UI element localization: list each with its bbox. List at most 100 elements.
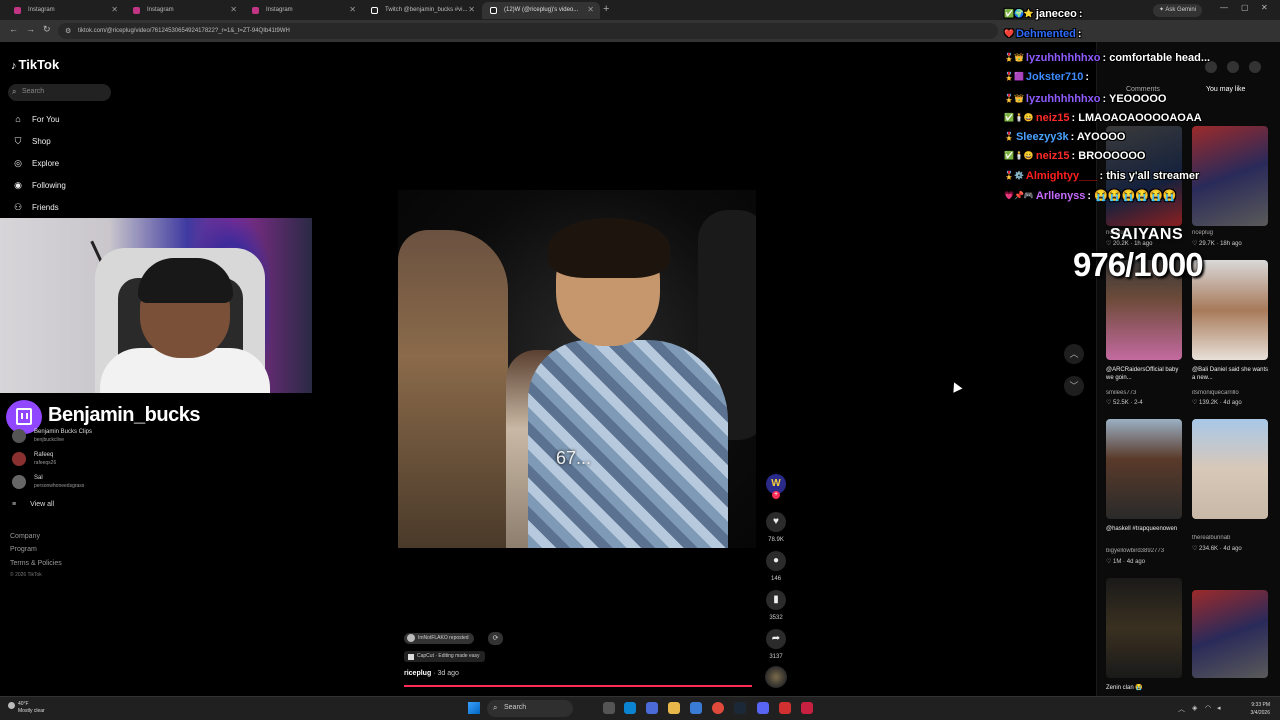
- tray-app-icon[interactable]: ◈: [1192, 704, 1197, 712]
- site-info-icon[interactable]: ⚙: [65, 27, 71, 35]
- close-tab-icon[interactable]: ✕: [468, 5, 475, 14]
- follow-plus-icon[interactable]: +: [772, 491, 780, 499]
- repost-label: ImNotFLAKO reposted: [418, 635, 469, 641]
- clock-date: 3/4/2026: [1250, 710, 1270, 716]
- maximize-icon[interactable]: ▢: [1241, 3, 1249, 12]
- browser-tab[interactable]: Instagram ✕: [125, 2, 243, 19]
- reload-icon[interactable]: ↻: [43, 24, 51, 35]
- suggested-video-thumb[interactable]: [1192, 126, 1268, 226]
- share-button[interactable]: ➦: [766, 629, 786, 649]
- footer-link-program[interactable]: Program: [10, 546, 37, 553]
- close-window-icon[interactable]: ✕: [1261, 3, 1268, 12]
- mouse-cursor: [949, 380, 963, 393]
- file-explorer-icon[interactable]: [668, 702, 680, 714]
- previous-video-button[interactable]: ︿: [1064, 344, 1084, 364]
- close-tab-icon[interactable]: ✕: [230, 5, 237, 14]
- back-icon[interactable]: ←: [9, 24, 18, 34]
- account-handle: personwhoneedsgrass: [34, 483, 85, 489]
- start-button[interactable]: [468, 702, 480, 714]
- capcut-icon: [408, 654, 414, 660]
- close-tab-icon[interactable]: ✕: [587, 5, 594, 14]
- chat-username: neiz15: [1035, 150, 1070, 162]
- weather-widget[interactable]: 40°F Mostly clear: [8, 701, 45, 715]
- suggested-video-user[interactable]: itsmoniquecarrillo: [1192, 390, 1276, 396]
- view-all-link[interactable]: ≡ View all: [12, 501, 54, 508]
- suggested-video-user[interactable]: bigyellowbird3892773: [1106, 548, 1190, 554]
- save-button[interactable]: ▮: [766, 590, 786, 610]
- suggested-video-user[interactable]: riceplug: [1192, 230, 1276, 236]
- suggested-video-caption[interactable]: @haskell #trapqueenowen: [1106, 525, 1186, 533]
- nav-shop[interactable]: ⛉ Shop: [12, 136, 51, 147]
- webcam-feed: [0, 218, 312, 393]
- repost-icon[interactable]: ⟳: [488, 632, 503, 645]
- nav-following[interactable]: ◉ Following: [12, 180, 66, 191]
- close-tab-icon[interactable]: ✕: [111, 5, 118, 14]
- suggested-video-thumb[interactable]: [1192, 419, 1268, 519]
- store-icon[interactable]: [690, 702, 702, 714]
- wifi-icon[interactable]: ◠: [1205, 704, 1211, 712]
- browser-tab[interactable]: Instagram ✕: [244, 2, 362, 19]
- video-player[interactable]: [398, 190, 756, 548]
- chat-badges: ✅🕯️😀: [1004, 151, 1034, 160]
- nav-explore[interactable]: ◎ Explore: [12, 158, 59, 169]
- suggested-video-user[interactable]: therealbunnab: [1192, 535, 1276, 541]
- taskbar-search[interactable]: ⌕ Search: [487, 700, 573, 717]
- music-disc-icon[interactable]: [765, 666, 787, 688]
- chat-message: ✅🕯️😀 neiz15: LMAOAOAOOOOAOAA: [1004, 112, 1202, 124]
- suggested-video-thumb[interactable]: [1192, 590, 1268, 678]
- copilot-icon[interactable]: [646, 702, 658, 714]
- ask-gemini-button[interactable]: ✦ Ask Gemini: [1153, 4, 1203, 17]
- minimize-icon[interactable]: —: [1220, 3, 1228, 12]
- search-input[interactable]: ⌕ Search: [8, 84, 111, 101]
- chrome-icon[interactable]: [712, 702, 724, 714]
- tab-comments[interactable]: Comments: [1126, 86, 1160, 93]
- browser-tab-active[interactable]: (12)W (@riceplug)'s video... ✕: [482, 2, 600, 19]
- browser-tab[interactable]: Twitch @benjamin_bucks #vi... ✕: [363, 2, 481, 19]
- video-progress-bar[interactable]: [404, 685, 752, 687]
- suggested-video-caption[interactable]: Zenin clan 😭: [1106, 684, 1186, 692]
- footer-link-terms[interactable]: Terms & Policies: [10, 560, 62, 567]
- suggested-video-likes: 52.5K: [1113, 400, 1129, 406]
- suggested-video-thumb[interactable]: [1106, 419, 1182, 519]
- app-icon[interactable]: [779, 702, 791, 714]
- new-tab-button[interactable]: +: [603, 3, 609, 15]
- tray-chevron-icon[interactable]: ︿: [1178, 704, 1185, 714]
- discord-icon[interactable]: [757, 702, 769, 714]
- tiktok-icon: [371, 7, 378, 14]
- steam-icon[interactable]: [734, 702, 746, 714]
- close-tab-icon[interactable]: ✕: [349, 5, 356, 14]
- video-posted-time: · 3d ago: [433, 670, 459, 677]
- url-field[interactable]: ⚙ tiktok.com/@riceplug/video/76124530654…: [58, 23, 998, 39]
- browser-tab[interactable]: Instagram ✕: [6, 2, 124, 19]
- volume-icon[interactable]: ◂: [1217, 704, 1221, 712]
- suggested-video-caption[interactable]: @Bali Daniel said she wants a new...: [1192, 366, 1272, 382]
- video-person-hair: [548, 218, 670, 278]
- nav-for-you[interactable]: ⌂ For You: [12, 114, 59, 124]
- tiktok-icon: [490, 7, 497, 14]
- suggested-video-thumb[interactable]: [1106, 578, 1182, 678]
- chat-badges: 💗📌🎮: [1004, 191, 1034, 200]
- task-view-icon[interactable]: [603, 702, 615, 714]
- tab-you-may-like[interactable]: You may like: [1206, 86, 1245, 93]
- video-author[interactable]: riceplug: [404, 670, 431, 677]
- suggested-video-user[interactable]: smilees773: [1106, 390, 1190, 396]
- tiktok-logo[interactable]: ♪ TikTok: [11, 57, 59, 72]
- system-clock[interactable]: 9:33 PM 3/4/2026: [1230, 701, 1270, 717]
- comment-button[interactable]: ●: [766, 551, 786, 571]
- forward-icon[interactable]: →: [26, 24, 35, 34]
- capcut-badge[interactable]: CapCut · Editing made easy: [404, 651, 485, 662]
- chat-text: BROOOOOO: [1078, 150, 1146, 162]
- chat-badges: ✅🕯️😀: [1004, 113, 1034, 122]
- nav-friends[interactable]: ⚇ Friends: [12, 202, 59, 213]
- edge-icon[interactable]: [624, 702, 636, 714]
- repost-badge[interactable]: ImNotFLAKO reposted: [404, 633, 474, 644]
- inbox-icon[interactable]: [1227, 61, 1239, 73]
- suggested-video-age: 2-4: [1134, 400, 1143, 406]
- suggested-video-thumb[interactable]: [1192, 260, 1268, 360]
- like-button[interactable]: ♥: [766, 512, 786, 532]
- app-icon[interactable]: [801, 702, 813, 714]
- footer-link-company[interactable]: Company: [10, 533, 40, 540]
- profile-avatar[interactable]: [1249, 61, 1261, 73]
- next-video-button[interactable]: ﹀: [1064, 376, 1084, 396]
- suggested-video-caption[interactable]: @ARCRaidersOfficial baby we goin...: [1106, 366, 1186, 382]
